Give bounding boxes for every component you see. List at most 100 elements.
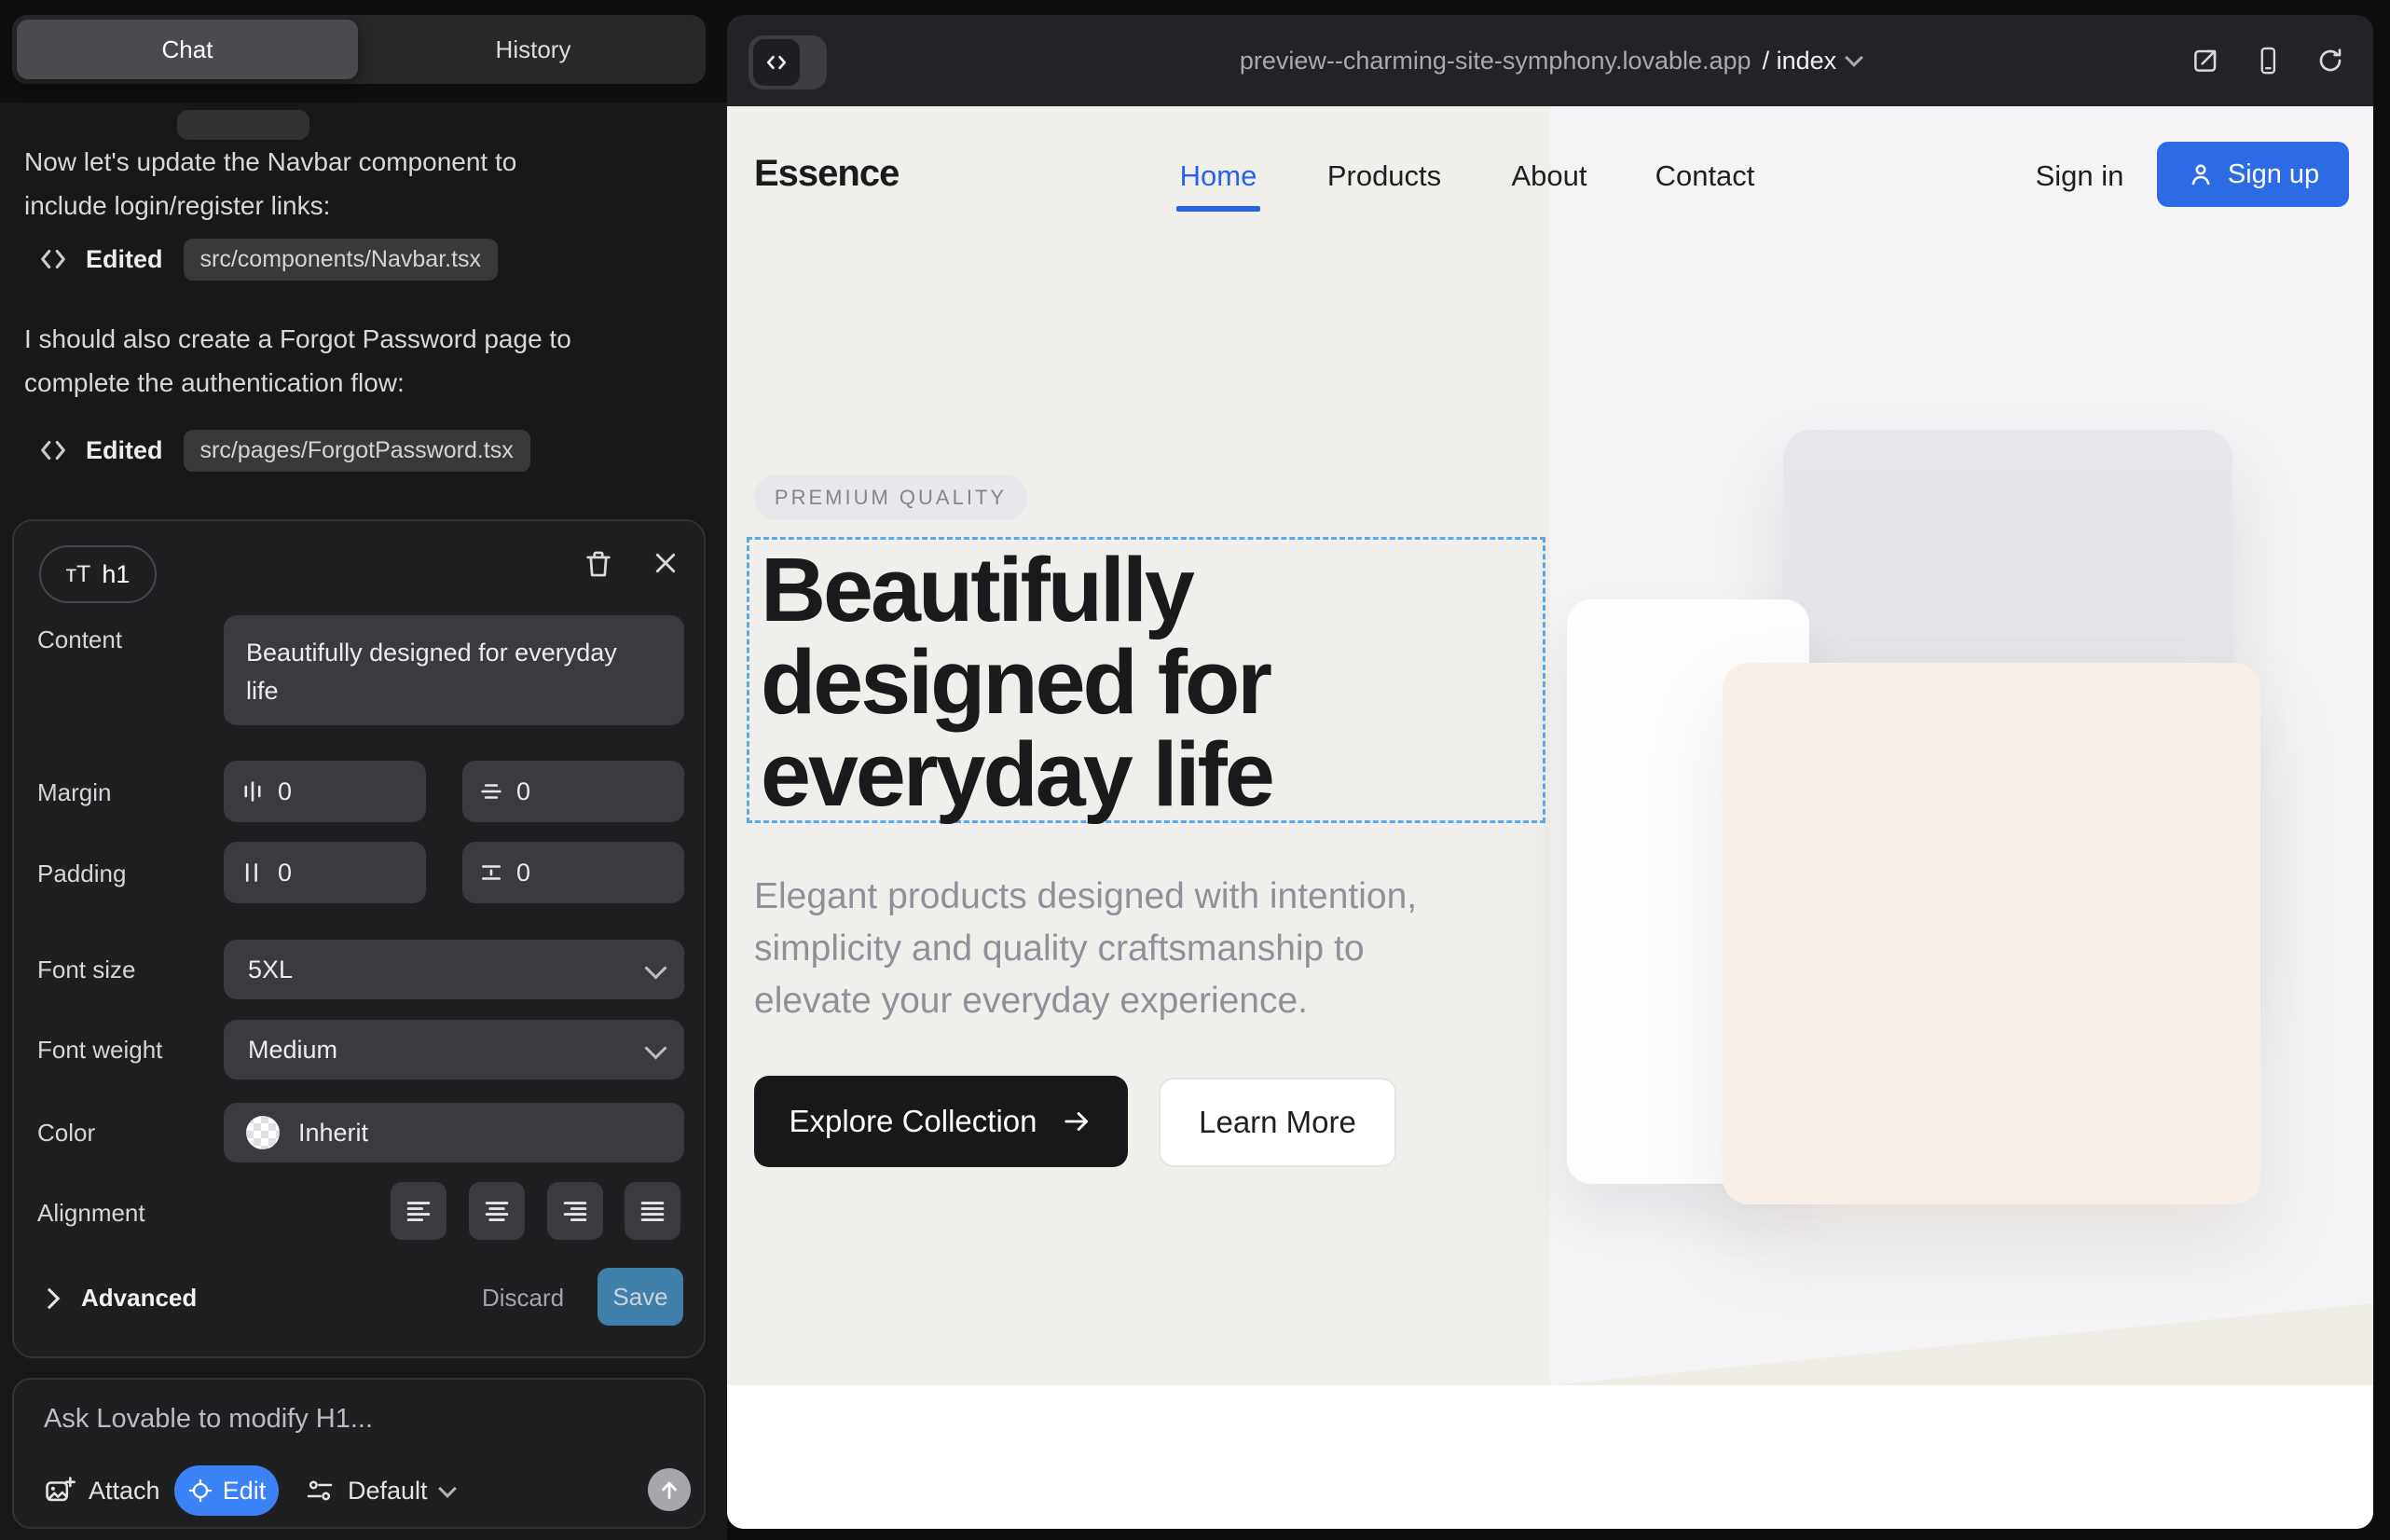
message-line: Now let's update the Navbar component to xyxy=(24,140,516,184)
hero-heading: Beautifully designed for everyday life xyxy=(761,543,1272,820)
margin-x-value: 0 xyxy=(278,777,292,806)
margin-vertical-icon xyxy=(479,779,503,804)
assistant-message: I should also create a Forgot Password p… xyxy=(24,317,571,405)
padding-x-input[interactable]: 0 xyxy=(224,842,426,903)
sign-up-button[interactable]: Sign up xyxy=(2157,142,2349,207)
h1-selection-outline[interactable]: Beautifully designed for everyday life xyxy=(747,537,1545,823)
align-center-icon xyxy=(484,1200,510,1222)
learn-more-button[interactable]: Learn More xyxy=(1159,1078,1396,1167)
sign-up-label: Sign up xyxy=(2228,159,2319,190)
element-tag: h1 xyxy=(102,560,130,589)
edited-label: Edited xyxy=(86,245,163,274)
nav-link-contact[interactable]: Contact xyxy=(1655,159,1755,193)
arrow-up-icon xyxy=(657,1478,681,1502)
target-icon xyxy=(187,1478,213,1504)
padding-y-input[interactable]: 0 xyxy=(462,842,684,903)
edit-label: Edit xyxy=(223,1477,267,1506)
site-logo[interactable]: Essence xyxy=(754,153,899,195)
attach-button[interactable]: Attach xyxy=(44,1465,160,1516)
font-weight-select[interactable]: Medium xyxy=(224,1020,684,1079)
mobile-preview-button[interactable] xyxy=(2254,45,2282,76)
padding-y-value: 0 xyxy=(516,859,530,887)
margin-label: Margin xyxy=(37,778,111,807)
font-size-value: 5XL xyxy=(248,956,293,984)
chat-composer[interactable]: Ask Lovable to modify H1... Attach Edit … xyxy=(12,1378,706,1529)
paragraph-line: simplicity and quality craftsmanship to xyxy=(754,923,1417,975)
discard-button[interactable]: Discard xyxy=(482,1284,564,1313)
edit-mode-button[interactable]: Edit xyxy=(174,1465,279,1516)
tab-chat[interactable]: Chat xyxy=(17,20,358,79)
advanced-toggle[interactable]: Advanced xyxy=(42,1284,197,1313)
color-swatch xyxy=(246,1116,280,1149)
open-external-button[interactable] xyxy=(2191,46,2220,76)
code-icon xyxy=(37,434,69,466)
app-window: Chat History Now let's update the Navbar… xyxy=(0,0,2390,1540)
paragraph-line: elevate your everyday experience. xyxy=(754,975,1417,1027)
delete-element-button[interactable] xyxy=(583,547,614,581)
url-domain: preview--charming-site-symphony.lovable.… xyxy=(1240,47,1751,76)
sliders-icon xyxy=(305,1476,335,1506)
margin-y-input[interactable]: 0 xyxy=(462,761,684,822)
text-type-icon: тT xyxy=(66,561,91,588)
chat-history-tabbar: Chat History xyxy=(12,15,706,84)
heading-line: Beautifully xyxy=(761,543,1272,636)
hero-paragraph: Elegant products designed with intention… xyxy=(754,871,1417,1027)
padding-label: Padding xyxy=(37,859,126,888)
chevron-down-icon xyxy=(644,1037,666,1059)
chevron-right-icon xyxy=(39,1287,61,1309)
refresh-button[interactable] xyxy=(2315,46,2345,76)
nav-link-about[interactable]: About xyxy=(1511,159,1586,193)
margin-horizontal-icon xyxy=(240,779,265,804)
url-path: / index xyxy=(1763,47,1837,76)
edited-file-row[interactable]: Edited src/pages/ForgotPassword.tsx xyxy=(37,429,530,472)
preview-pane: preview--charming-site-symphony.lovable.… xyxy=(727,15,2373,1529)
url-bar[interactable]: preview--charming-site-symphony.lovable.… xyxy=(727,15,2373,106)
align-center-button[interactable] xyxy=(469,1182,525,1240)
default-label: Default xyxy=(348,1477,428,1506)
heading-line: everyday life xyxy=(761,728,1272,820)
align-right-button[interactable] xyxy=(547,1182,603,1240)
explore-collection-label: Explore Collection xyxy=(790,1104,1037,1139)
tab-history[interactable]: History xyxy=(361,15,706,84)
site-viewport: Essence Home Products About Contact Sign… xyxy=(727,106,2373,1529)
active-nav-underline xyxy=(1176,206,1260,212)
content-input[interactable]: Beautifully designed for everyday life xyxy=(224,615,684,725)
align-justify-button[interactable] xyxy=(625,1182,680,1240)
element-tag-pill: тT h1 xyxy=(39,545,157,603)
close-panel-button[interactable] xyxy=(652,549,680,577)
file-chip[interactable]: src/components/Navbar.tsx xyxy=(184,239,499,281)
send-button[interactable] xyxy=(648,1468,691,1511)
nav-link-products[interactable]: Products xyxy=(1327,159,1441,193)
font-size-label: Font size xyxy=(37,956,136,984)
explore-collection-button[interactable]: Explore Collection xyxy=(754,1076,1128,1167)
color-value: Inherit xyxy=(298,1119,368,1148)
file-chip[interactable]: src/pages/ForgotPassword.tsx xyxy=(184,430,530,472)
attach-label: Attach xyxy=(89,1477,160,1506)
nav-link-home[interactable]: Home xyxy=(1180,159,1257,193)
margin-x-input[interactable]: 0 xyxy=(224,761,426,822)
font-size-select[interactable]: 5XL xyxy=(224,940,684,999)
message-line: I should also create a Forgot Password p… xyxy=(24,317,571,361)
composer-input[interactable]: Ask Lovable to modify H1... xyxy=(44,1404,373,1435)
paragraph-line: Elegant products designed with intention… xyxy=(754,871,1417,923)
sign-in-link[interactable]: Sign in xyxy=(2036,159,2124,193)
advanced-label: Advanced xyxy=(81,1284,197,1313)
edited-file-row[interactable]: Edited src/components/Navbar.tsx xyxy=(37,238,498,281)
align-justify-icon xyxy=(639,1200,666,1222)
content-value: Beautifully designed for everyday life xyxy=(246,634,619,710)
color-select[interactable]: Inherit xyxy=(224,1103,684,1162)
assistant-message: Now let's update the Navbar component to… xyxy=(24,140,516,227)
color-label: Color xyxy=(37,1119,95,1148)
heading-line: designed for xyxy=(761,636,1272,728)
alignment-label: Alignment xyxy=(37,1199,145,1228)
code-icon xyxy=(37,243,69,275)
chevron-down-icon xyxy=(644,956,666,979)
model-default-button[interactable]: Default xyxy=(305,1465,454,1516)
align-left-button[interactable] xyxy=(391,1182,446,1240)
save-button[interactable]: Save xyxy=(598,1268,683,1326)
padding-vertical-icon xyxy=(479,860,503,885)
message-line: include login/register links: xyxy=(24,184,516,227)
arrow-right-icon xyxy=(1061,1106,1092,1137)
padding-x-value: 0 xyxy=(278,859,292,887)
attach-image-icon xyxy=(44,1475,76,1506)
